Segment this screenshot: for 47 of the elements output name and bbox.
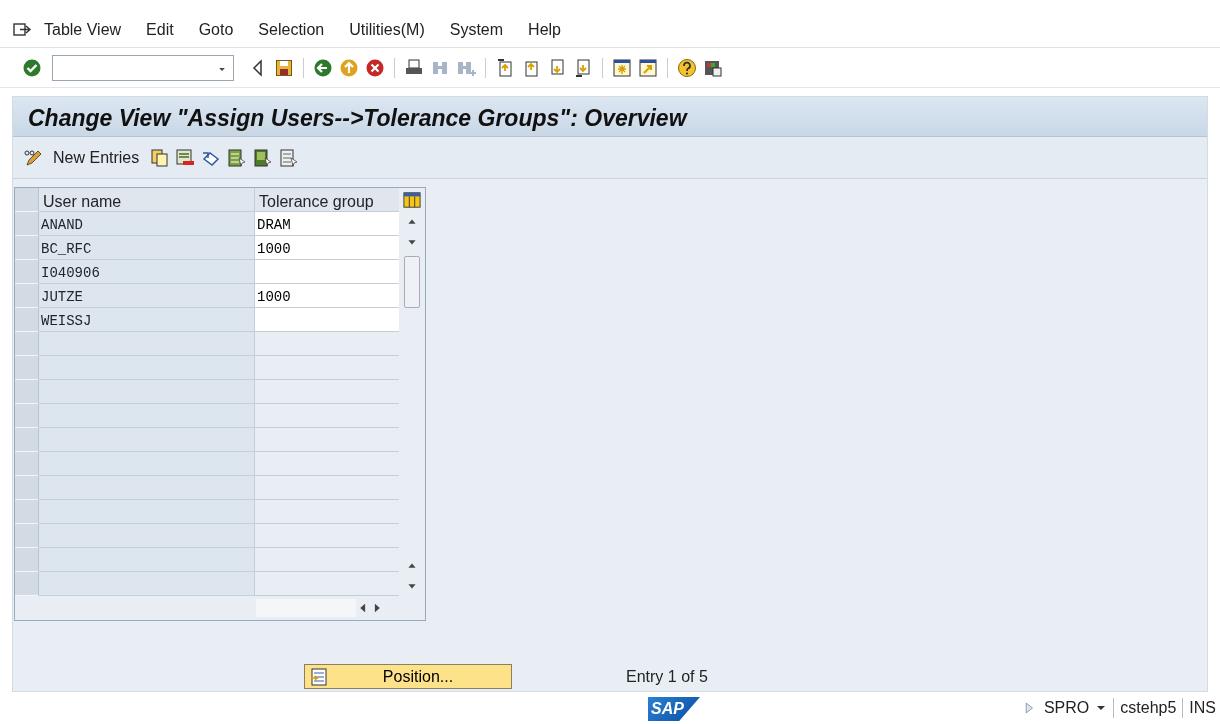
first-page-icon[interactable] <box>495 57 515 78</box>
deselect-all-icon[interactable] <box>279 147 300 168</box>
copy-icon[interactable] <box>149 147 170 168</box>
entry-info: Entry 1 of 5 <box>626 666 708 687</box>
scrollbar-thumb[interactable] <box>404 256 420 308</box>
save-icon[interactable] <box>274 57 294 78</box>
check-icon[interactable] <box>22 57 42 78</box>
last-page-icon[interactable] <box>573 57 593 78</box>
help-icon[interactable] <box>677 57 697 78</box>
logo: SAP <box>648 697 700 721</box>
screen-title: Change View "Assign Users-->Tolerance Groups": Overview <box>13 97 1207 137</box>
menu-item[interactable]: Help <box>528 17 561 42</box>
dropdown-caret-icon[interactable] <box>1095 703 1108 713</box>
menu-item[interactable]: Edit <box>146 17 174 42</box>
input-field[interactable]: DRAM <box>255 212 399 236</box>
table-cell: WEISSJ <box>39 308 255 332</box>
dropdown-caret-icon[interactable] <box>217 65 227 73</box>
menu-item[interactable]: Goto <box>198 17 234 42</box>
menu-item[interactable]: Selection <box>258 17 325 42</box>
menu-item[interactable]: System <box>449 17 504 42</box>
input-mode: INS <box>1189 698 1216 718</box>
select-all-icon[interactable] <box>227 147 248 168</box>
column-settings-icon[interactable] <box>403 191 421 209</box>
table-cell: BC_RFC <box>39 236 255 260</box>
select-block-icon[interactable] <box>253 147 274 168</box>
pencil-glasses-icon[interactable] <box>23 147 43 168</box>
new-entries-button[interactable]: New Entries <box>49 145 144 170</box>
column-header[interactable]: Tolerance group <box>255 188 399 212</box>
input-field[interactable] <box>255 260 399 284</box>
input-field[interactable] <box>255 308 399 332</box>
position-icon <box>309 666 329 687</box>
cancel-icon[interactable] <box>365 57 385 78</box>
transaction-code: SPRO <box>1043 698 1090 718</box>
new-window-icon[interactable] <box>612 57 632 78</box>
shortcut-window-icon[interactable] <box>638 57 658 78</box>
input-field[interactable]: 1000 <box>255 236 399 260</box>
menu-item[interactable]: Utilities(M) <box>349 17 425 42</box>
table-cell: JUTZE <box>39 284 255 308</box>
delete-rows-icon[interactable] <box>175 147 196 168</box>
table-cell: I040906 <box>39 260 255 284</box>
command-field[interactable] <box>52 54 234 81</box>
input-field[interactable]: 1000 <box>255 284 399 308</box>
column-header[interactable]: User name <box>39 188 255 212</box>
server-name: cstehp5 <box>1120 698 1177 718</box>
menu-item[interactable]: Table View <box>44 17 122 42</box>
position-button[interactable]: Position... <box>304 664 512 689</box>
table-cell: ANAND <box>39 212 255 236</box>
